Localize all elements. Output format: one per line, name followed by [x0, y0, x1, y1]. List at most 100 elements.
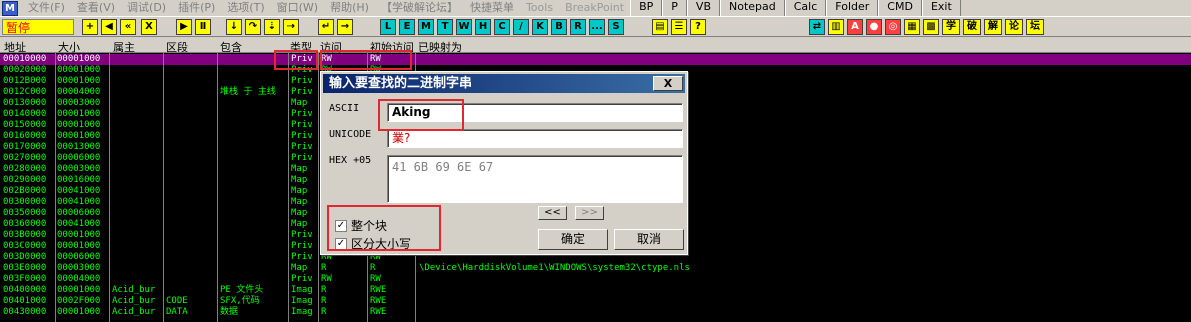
status-indicator: 暂停 [2, 19, 74, 35]
pause-icon[interactable]: Ⅱ [195, 19, 211, 35]
chart-icon[interactable]: ▩ [923, 19, 939, 35]
menu-tools[interactable]: Tools [520, 0, 559, 16]
open-icon[interactable]: + [82, 19, 98, 35]
exit-button[interactable]: Exit [921, 0, 961, 16]
cell-addr: 003F0000 [3, 274, 47, 284]
forum-char-lun[interactable]: 论 [1005, 19, 1023, 35]
grid-icon[interactable]: ▦ [904, 19, 920, 35]
ok-button[interactable]: 确定 [538, 229, 608, 250]
close-program-icon[interactable]: X [141, 19, 157, 35]
cell-owner: Acid_bur [112, 307, 156, 317]
memory-window-button[interactable]: M [418, 19, 434, 35]
cell-size: 00004000 [57, 274, 101, 284]
cell-addr: 00400000 [3, 285, 47, 295]
cell-access: R [321, 285, 327, 295]
menu-options[interactable]: 选项(T) [221, 0, 270, 16]
next-button[interactable]: >> [575, 206, 604, 220]
a-icon[interactable]: A [847, 19, 863, 35]
vb-button[interactable]: VB [686, 0, 720, 16]
table-row[interactable]: 00400000 00001000 Acid_bur PE 文件头 Imag R RWE [0, 285, 1191, 296]
bp-button[interactable]: BP [630, 0, 663, 16]
table-row[interactable]: 00401000 0002F000 Acid_bur CODE SFX,代码 Imag R R… [0, 296, 1191, 307]
menu-quick[interactable]: 快捷菜单 [464, 0, 520, 16]
forum-char-po[interactable]: 破 [963, 19, 981, 35]
menu-forum[interactable]: 【学破解论坛】 [375, 0, 464, 16]
rewind-icon[interactable]: « [120, 19, 136, 35]
target-icon[interactable]: ◎ [885, 19, 901, 35]
restart-icon[interactable]: ◀ [101, 19, 117, 35]
cell-type: Priv [291, 109, 313, 119]
p-button[interactable]: P [662, 0, 687, 16]
table-row[interactable]: 003F0000 00004000 Priv RW RW [0, 274, 1191, 285]
plugin-icon[interactable]: ▥ [828, 19, 844, 35]
table-row[interactable]: 003E0000 00003000 Map R R \Device\HarddiskVol… [0, 263, 1191, 274]
cell-size: 00001000 [57, 54, 101, 64]
cell-size: 0002F000 [57, 296, 101, 306]
references-window-button[interactable]: R [570, 19, 586, 35]
cell-size: 00001000 [57, 76, 101, 86]
cell-addr: 0012C000 [3, 87, 47, 97]
patches-window-button[interactable]: / [513, 19, 529, 35]
execute-till-return-icon[interactable]: ↵ [318, 19, 334, 35]
ascii-input[interactable]: Aking [387, 103, 683, 122]
column-header-bar: 地址 大小 属主 区段 包含 类型 访问 初始访问 已映射为 [0, 38, 1191, 54]
step-into-icon[interactable]: ↓ [226, 19, 242, 35]
table-row[interactable]: 00430000 00001000 Acid_bur DATA 数据 Imag R RWE [0, 307, 1191, 318]
unicode-label: UNICODE [329, 129, 372, 140]
menu-plugins[interactable]: 插件(P) [172, 0, 221, 16]
forum-char-tan[interactable]: 坛 [1026, 19, 1044, 35]
cell-mapped: \Device\HarddiskVolume1\WINDOWS\system32… [419, 263, 690, 273]
menu-file[interactable]: 文件(F) [22, 0, 71, 16]
unicode-input[interactable]: 業? [387, 129, 683, 148]
whole-block-checkbox[interactable]: ✓ 整个块 [335, 217, 387, 234]
threads-window-button[interactable]: T [437, 19, 453, 35]
log-window-button[interactable]: L [380, 19, 396, 35]
refresh-icon[interactable]: ⇄ [809, 19, 825, 35]
cell-addr: 00140000 [3, 109, 47, 119]
prev-button[interactable]: << [538, 206, 567, 220]
cell-size: 00003000 [57, 98, 101, 108]
menu-breakpoint[interactable]: BreakPoint [559, 0, 630, 16]
menu-help[interactable]: 帮助(H) [324, 0, 375, 16]
source-window-button[interactable]: S [608, 19, 624, 35]
folder-button[interactable]: Folder [826, 0, 879, 16]
record-icon[interactable]: ● [866, 19, 882, 35]
cancel-button[interactable]: 取消 [614, 229, 684, 250]
whole-block-label: 整个块 [351, 219, 388, 233]
cell-type: Priv [291, 153, 313, 163]
handles-window-button[interactable]: H [475, 19, 491, 35]
cell-init: RWE [370, 285, 387, 295]
callstack-window-button[interactable]: K [532, 19, 548, 35]
breakpoints-window-button[interactable]: B [551, 19, 567, 35]
options-icon[interactable]: ▤ [652, 19, 668, 35]
list-icon[interactable]: ☰ [671, 19, 687, 35]
forum-char-xue[interactable]: 学 [942, 19, 960, 35]
cmd-button[interactable]: CMD [878, 0, 922, 16]
calc-button[interactable]: Calc [784, 0, 827, 16]
menu-window[interactable]: 窗口(W) [271, 0, 324, 16]
help-icon[interactable]: ? [690, 19, 706, 35]
run-icon[interactable]: ▶ [176, 19, 192, 35]
cell-size: 00001000 [57, 65, 101, 75]
cell-type: Map [291, 175, 308, 185]
goto-icon[interactable]: → [337, 19, 353, 35]
run-trace-window-button[interactable]: ... [589, 19, 605, 35]
menu-view[interactable]: 查看(V) [71, 0, 121, 16]
trace-into-icon[interactable]: ⇣ [264, 19, 280, 35]
trace-over-icon[interactable]: ⇢ [283, 19, 299, 35]
notepad-button[interactable]: Notepad [720, 0, 785, 16]
cpu-window-button[interactable]: C [494, 19, 510, 35]
windows-window-button[interactable]: W [456, 19, 472, 35]
cell-contains: 堆栈 于 主线 [220, 87, 276, 97]
cell-size: 00041000 [57, 186, 101, 196]
menu-debug[interactable]: 调试(D) [121, 0, 172, 16]
forum-char-jie[interactable]: 解 [984, 19, 1002, 35]
hex-input[interactable]: 41 6B 69 6E 67 [387, 155, 683, 203]
step-over-icon[interactable]: ↷ [245, 19, 261, 35]
case-sensitive-checkbox[interactable]: ✓ 区分大小写 [335, 235, 411, 252]
table-row[interactable]: 00010000 00001000 Priv RW RW [0, 54, 1191, 65]
cell-section: CODE [166, 296, 188, 306]
cell-size: 00001000 [57, 131, 101, 141]
modules-window-button[interactable]: E [399, 19, 415, 35]
dialog-close-button[interactable]: X [653, 76, 683, 91]
